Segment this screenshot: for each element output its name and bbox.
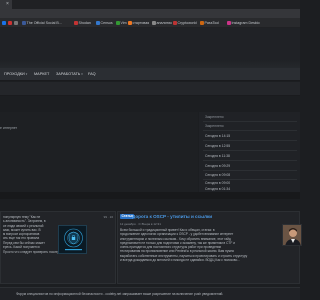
bookmark-item[interactable]: [2, 20, 6, 26]
sidebar-timestamp[interactable]: Сегодня в 09:08: [205, 173, 230, 177]
nav-item-label: МАРКЕТ: [34, 72, 50, 76]
bookmark-favicon: [152, 21, 156, 25]
bookmark-label: The Official Social B...: [26, 21, 62, 25]
content-fragment: е интернет: [0, 126, 18, 130]
bookmark-favicon: [227, 21, 231, 25]
push-notification-banner: Форум специалистов по информационной без…: [0, 287, 300, 300]
bookmark-favicon: [116, 21, 120, 25]
chevron-down-icon: ▾: [25, 72, 28, 76]
excerpt-line: и всегда дожидаемся до мелочей и никогда…: [120, 258, 240, 263]
bookmark-favicon: [22, 21, 26, 25]
sidebar-timestamp[interactable]: Сегодня в 09:00: [205, 181, 230, 185]
main-content: [0, 112, 198, 192]
push-notification-text: Форум специалистов по информационной без…: [16, 292, 224, 296]
bookmark-favicon: [96, 21, 100, 25]
sidebar-heading: Закреплено: [205, 115, 224, 119]
sidebar-heading: Закреплено: [205, 124, 224, 128]
bookmark-item[interactable]: Census: [96, 20, 113, 26]
sidebar-timestamp[interactable]: Сегодня в 09:29: [205, 164, 230, 168]
article-card[interactable]: Статья Дорога к OSCP - утилиты и ссылки …: [117, 211, 302, 284]
sidebar-divider: [203, 179, 297, 180]
excerpt-line: ересь. Какой получается: [3, 245, 40, 250]
bookmark-favicon: [200, 21, 204, 25]
bookmark-favicon: [74, 21, 78, 25]
nav-item-earn[interactable]: ЗАРАБОТАТЬ▾: [56, 72, 83, 76]
article-excerpt: выработать собственные инструменты, науч…: [120, 254, 299, 263]
nav-item-faq[interactable]: FAQ: [88, 72, 96, 76]
secondary-band: [0, 82, 300, 96]
bookmark-item[interactable]: Cryptoworld: [173, 20, 197, 26]
sidebar-divider: [203, 140, 297, 141]
nav-item-prohodki[interactable]: ПРОХОДКИ▾: [4, 72, 27, 76]
bookmark-item[interactable]: Shodan: [74, 20, 91, 26]
bookmark-item[interactable]: стартовая: [128, 20, 149, 26]
bookmark-label: Instagram Deskto: [231, 21, 260, 25]
bookmark-label: Vim: [120, 21, 127, 25]
sidebar-divider: [203, 170, 297, 171]
bookmark-label: PassTool: [204, 21, 220, 25]
sidebar-timestamp[interactable]: Сегодня в 01:34: [205, 187, 230, 191]
browser-tab[interactable]: ×: [0, 0, 12, 9]
bookmark-item[interactable]: Vim: [116, 20, 127, 26]
sidebar-divider: [203, 150, 297, 151]
sidebar-timestamp[interactable]: Сегодня в 12:55: [205, 144, 230, 148]
bookmark-item[interactable]: PassTool: [200, 20, 219, 26]
header-gradient: [0, 60, 300, 68]
card-excerpt: популярную тему "Как не ь анонимность". …: [3, 215, 58, 249]
sidebar-divider: [203, 160, 297, 161]
nav-item-label: ПРОХОДКИ: [4, 72, 25, 76]
bookmark-item[interactable]: Instagram Deskto: [227, 20, 260, 26]
article-meta: 12 декабря · ⊙ Вчера в 12:31: [120, 222, 161, 226]
nav-item-label: FAQ: [88, 72, 96, 76]
chevron-down-icon: ▾: [81, 72, 83, 76]
article-card[interactable]: 99 · 16 популярную тему "Как не ь аноним…: [0, 211, 116, 284]
main-navigation: ПРОХОДКИ▾ МАРКЕТ ЗАРАБОТАТЬ▾ FAQ: [0, 68, 300, 81]
bookmark-favicon: [128, 21, 132, 25]
author-photo[interactable]: [282, 224, 302, 246]
bookmark-item[interactable]: аналитик: [152, 20, 172, 26]
bookmark-favicon: [14, 21, 18, 25]
nav-item-market[interactable]: МАРКЕТ: [34, 72, 49, 76]
article-excerpt: Всем большой и традиционный привет! Как …: [120, 228, 278, 254]
address-bar[interactable]: [0, 9, 300, 18]
bookmarks-bar: The Official Social B... Shodan Census V…: [0, 18, 300, 28]
bookmark-favicon: [2, 21, 6, 25]
close-tab-icon[interactable]: ×: [6, 1, 9, 8]
bookmark-item[interactable]: [14, 20, 18, 26]
shield-icon: [64, 228, 83, 251]
bookmark-favicon: [173, 21, 177, 25]
card-meta: 99 · 16: [103, 215, 113, 219]
bookmark-item[interactable]: The Official Social B...: [22, 20, 62, 26]
sidebar-timestamp[interactable]: Сегодня в 14:15: [205, 134, 230, 138]
article-title[interactable]: Дорога к OSCP - утилиты и ссылки: [132, 214, 212, 219]
sidebar-divider: [203, 130, 297, 131]
shield-thumbnail[interactable]: [58, 225, 87, 254]
bookmark-label: Census: [100, 21, 113, 25]
bookmark-item[interactable]: [8, 20, 12, 26]
browser-tab-strip: ×: [0, 0, 300, 9]
bookmark-favicon: [8, 21, 12, 25]
section-gap: [0, 192, 300, 199]
bookmark-label: стартовая: [132, 21, 150, 25]
sidebar-divider: [203, 121, 297, 122]
person-icon: [283, 225, 301, 245]
bookmark-label: аналитик: [156, 21, 172, 25]
sidebar-timestamp[interactable]: Сегодня в 11:38: [205, 154, 230, 158]
bookmark-label: Cryptoworld: [177, 21, 197, 25]
nav-item-label: ЗАРАБОТАТЬ: [56, 72, 81, 76]
bookmark-label: Shodan: [78, 21, 91, 25]
